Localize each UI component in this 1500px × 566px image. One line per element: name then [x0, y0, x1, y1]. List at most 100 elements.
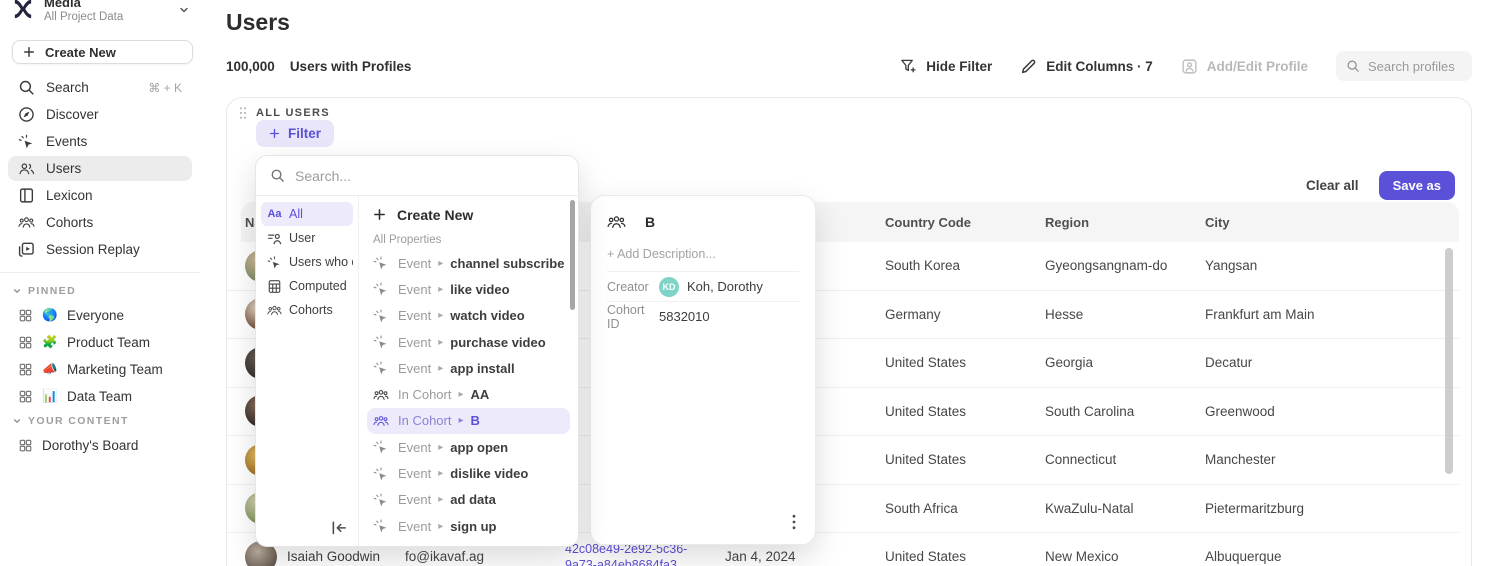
- dropdown-item-dislike-video[interactable]: Event ▸ dislike video: [367, 460, 570, 486]
- sidebar-item-lexicon[interactable]: Lexicon: [8, 183, 192, 208]
- dropdown-body: Aa All User Users who di...: [256, 196, 578, 546]
- project-name: Media: [44, 0, 178, 10]
- plus-icon: [269, 128, 280, 139]
- sidebar-item-discover[interactable]: Discover: [8, 102, 192, 127]
- add-edit-profile-button[interactable]: Add/Edit Profile: [1181, 58, 1308, 75]
- sidebar-item-users[interactable]: Users: [8, 156, 192, 181]
- pinned-board-product-team[interactable]: 🧩 Product Team: [8, 330, 192, 355]
- caret-right-separator: ▸: [438, 442, 443, 453]
- dropdown-category-computed[interactable]: Computed: [261, 274, 353, 298]
- cohorts-icon: [607, 215, 626, 230]
- profile-count: 100,000: [226, 59, 275, 74]
- clear-all-button[interactable]: Clear all: [1306, 178, 1359, 193]
- board-emoji: 📊: [42, 389, 58, 404]
- email-cell: fo@ikavaf.ag: [405, 549, 565, 564]
- more-options-icon[interactable]: [789, 514, 799, 532]
- search-profiles-input[interactable]: [1368, 59, 1462, 74]
- your-content-board-dorothy-s-board[interactable]: Dorothy's Board: [8, 433, 192, 458]
- cohorts-icon: [373, 387, 389, 403]
- sidebar-item-session-replay[interactable]: Session Replay: [8, 237, 192, 262]
- pinned-board-data-team[interactable]: 📊 Data Team: [8, 384, 192, 409]
- column-header-city[interactable]: City: [1205, 215, 1459, 230]
- dropdown-category-users-who-di[interactable]: Users who di...: [261, 250, 353, 274]
- region-cell: Georgia: [1045, 355, 1205, 370]
- pinned-section-header[interactable]: PINNED: [0, 281, 200, 301]
- dropdown-item-watch-video[interactable]: Event ▸ watch video: [367, 303, 570, 329]
- project-switcher[interactable]: Media All Project Data: [0, 0, 200, 34]
- dropdown-category-user[interactable]: User: [261, 226, 353, 250]
- cohort-title: B: [645, 214, 655, 230]
- create-new-button[interactable]: Create New: [12, 40, 193, 64]
- dropdown-item-like-video[interactable]: Event ▸ like video: [367, 276, 570, 302]
- dropdown-search-box[interactable]: [256, 156, 578, 196]
- your-content-section-header[interactable]: YOUR CONTENT: [0, 411, 200, 431]
- event-icon: [373, 281, 389, 297]
- creator-avatar: KD: [659, 277, 679, 297]
- city-cell: Greenwood: [1205, 404, 1459, 419]
- table-scrollbar-thumb[interactable]: [1445, 248, 1453, 474]
- dropdown-create-new[interactable]: Create New: [367, 201, 570, 228]
- cohorts-icon: [267, 303, 282, 318]
- profile-count-label: Users with Profiles: [290, 59, 412, 74]
- dropdown-search-input[interactable]: [295, 168, 564, 184]
- plus-icon: [373, 208, 386, 221]
- save-as-button[interactable]: Save as: [1379, 171, 1455, 200]
- caret-right-separator: ▸: [458, 389, 463, 400]
- dropdown-category-cohorts[interactable]: Cohorts: [261, 298, 353, 322]
- dropdown-item-sign-up[interactable]: Event ▸ sign up: [367, 513, 570, 539]
- drag-handle-icon[interactable]: [239, 106, 247, 120]
- dropdown-item-aa[interactable]: In Cohort ▸ AA: [367, 381, 570, 407]
- sidebar-item-search[interactable]: Search ⌘ + K: [8, 75, 192, 100]
- filter-dropdown: Aa All User Users who di...: [255, 155, 579, 547]
- region-cell: Hesse: [1045, 307, 1205, 322]
- caret-right-separator: ▸: [438, 337, 443, 348]
- region-cell: New Mexico: [1045, 549, 1205, 564]
- edit-columns-button[interactable]: Edit Columns · 7: [1020, 58, 1153, 75]
- dropdown-item-ad-data[interactable]: Event ▸ ad data: [367, 487, 570, 513]
- board-emoji: 🧩: [42, 335, 58, 350]
- userprop-icon: [267, 231, 282, 246]
- chevron-down-icon: [12, 416, 22, 426]
- dropdown-item-app-open[interactable]: Event ▸ app open: [367, 434, 570, 460]
- dropdown-item-app-install[interactable]: Event ▸ app install: [367, 355, 570, 381]
- country-code-cell: United States: [885, 452, 1045, 467]
- column-header-region[interactable]: Region: [1045, 215, 1205, 230]
- region-cell: KwaZulu-Natal: [1045, 501, 1205, 516]
- dropdown-scrollbar-thumb[interactable]: [570, 200, 575, 310]
- plus-icon: [23, 46, 35, 58]
- search-profiles-box[interactable]: [1336, 51, 1472, 81]
- collapse-left-icon[interactable]: [330, 520, 348, 536]
- event-icon: [18, 133, 35, 150]
- city-cell: Yangsan: [1205, 258, 1459, 273]
- dropdown-item-purchase-video[interactable]: Event ▸ purchase video: [367, 329, 570, 355]
- add-description-button[interactable]: + Add Description...: [607, 247, 799, 261]
- pencil-icon: [1020, 58, 1037, 75]
- board-grid-icon: [18, 389, 33, 404]
- column-header-country-code[interactable]: Country Code: [885, 215, 1045, 230]
- caret-right-separator: ▸: [438, 284, 443, 295]
- sidebar-item-events[interactable]: Events: [8, 129, 192, 154]
- lexicon-icon: [18, 187, 35, 204]
- city-cell: Decatur: [1205, 355, 1459, 370]
- dropdown-item-list: Create New All Properties Event ▸ channe…: [359, 196, 578, 546]
- creator-label: Creator: [607, 280, 659, 294]
- country-code-cell: United States: [885, 404, 1045, 419]
- updated-cell: Jan 4, 2024: [725, 549, 885, 564]
- cohorts-icon: [18, 214, 35, 231]
- hide-filter-button[interactable]: Hide Filter: [900, 58, 992, 75]
- add-filter-button[interactable]: Filter: [256, 120, 334, 147]
- dropdown-item-channel-subscribe[interactable]: Event ▸ channel subscribe: [367, 250, 570, 276]
- creator-name: Koh, Dorothy: [687, 279, 763, 294]
- country-code-cell: South Africa: [885, 501, 1045, 516]
- region-cell: Connecticut: [1045, 452, 1205, 467]
- pinned-board-marketing-team[interactable]: 📣 Marketing Team: [8, 357, 192, 382]
- caret-right-separator: ▸: [458, 415, 463, 426]
- funnel-icon: [900, 58, 917, 75]
- sidebar-item-cohorts[interactable]: Cohorts: [8, 210, 192, 235]
- caret-right-separator: ▸: [438, 310, 443, 321]
- country-code-cell: Germany: [885, 307, 1045, 322]
- pinned-board-everyone[interactable]: 🌎 Everyone: [8, 303, 192, 328]
- dropdown-category-all[interactable]: Aa All: [261, 202, 353, 226]
- app-root: Media All Project Data Create New Search…: [0, 0, 1500, 566]
- dropdown-item-b[interactable]: In Cohort ▸ B: [367, 408, 570, 434]
